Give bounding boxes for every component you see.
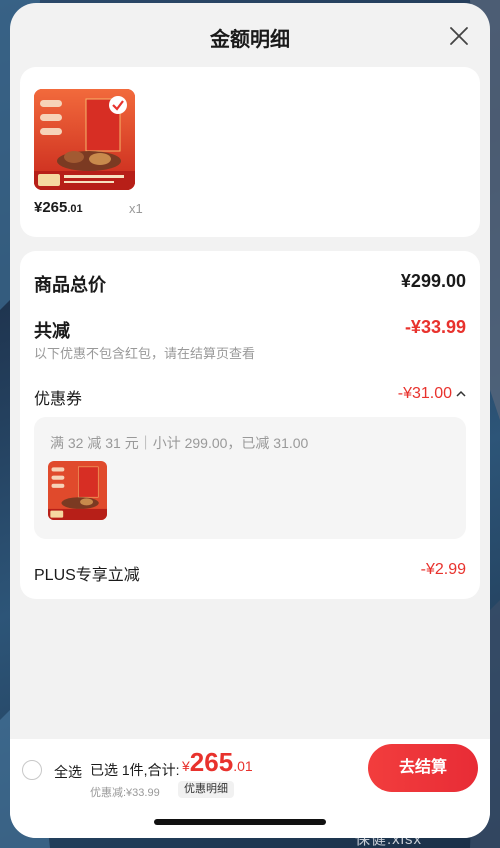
coupon-product-image xyxy=(48,461,107,520)
sheet-title: 金额明细 xyxy=(210,29,290,51)
sheet-header: 金额明细 xyxy=(10,3,490,65)
coupon-value: -¥31.00 xyxy=(397,385,452,402)
coupon-detail-text: 满 32 减 31 元｜小计 299.00，已减 31.00 xyxy=(50,435,309,451)
product-thumbnail[interactable] xyxy=(34,89,135,190)
product-image xyxy=(34,89,135,190)
select-all-label[interactable]: 全选 xyxy=(54,762,82,782)
checkout-button[interactable]: 去结算 xyxy=(368,744,478,792)
chevron-up-icon[interactable] xyxy=(456,390,466,398)
close-icon[interactable] xyxy=(448,25,470,47)
product-card: ¥265.01 x1 xyxy=(20,67,480,237)
coupon-product-thumbnail xyxy=(48,461,107,520)
total-amount-dec: .01 xyxy=(233,758,253,774)
coupon-label: 优惠券 xyxy=(34,391,83,408)
plus-discount-label: PLUS专享立减 xyxy=(34,567,140,584)
coupon-detail-box: 满 32 减 31 元｜小计 299.00，已减 31.00 xyxy=(34,417,466,539)
selected-count-text: 已选 1件,合计: xyxy=(90,762,180,778)
coupon-row[interactable]: 优惠券 -¥31.00 xyxy=(34,385,466,409)
total-reduction-row: 共减 -¥33.99 以下优惠不包含红包，请在结算页查看 xyxy=(34,317,466,363)
product-price-dec: .01 xyxy=(67,203,83,215)
discount-detail-button[interactable]: 优惠明细 xyxy=(178,781,234,798)
total-amount: ¥265.01 xyxy=(182,747,253,778)
product-price-int: ¥265 xyxy=(34,199,68,216)
plus-discount-value: -¥2.99 xyxy=(420,561,466,578)
select-all-checkbox[interactable] xyxy=(22,760,42,780)
total-currency: ¥ xyxy=(182,758,190,774)
price-detail-card: 商品总价 ¥299.00 共减 -¥33.99 以下优惠不包含红包，请在结算页查… xyxy=(20,251,480,599)
amount-detail-sheet: 金额明细 ¥265.01 x1 商品总价 ¥299.00 共减 -¥33.99 … xyxy=(10,3,490,838)
reduction-note: 以下优惠不包含红包，请在结算页查看 xyxy=(34,346,256,361)
product-quantity: x1 xyxy=(129,201,143,216)
total-price-label: 商品总价 xyxy=(34,275,106,295)
total-amount-int: 265 xyxy=(189,747,234,777)
total-price-value: ¥299.00 xyxy=(400,271,466,291)
home-indicator[interactable] xyxy=(154,819,326,825)
total-price-row: 商品总价 ¥299.00 xyxy=(34,271,466,297)
total-reduction-label: 共减 xyxy=(34,321,70,341)
plus-discount-row: PLUS专享立减 -¥2.99 xyxy=(34,561,466,585)
product-price: ¥265.01 xyxy=(34,199,83,216)
total-reduction-value: -¥33.99 xyxy=(404,317,466,337)
discount-summary: 优惠减:¥33.99 xyxy=(90,787,160,799)
